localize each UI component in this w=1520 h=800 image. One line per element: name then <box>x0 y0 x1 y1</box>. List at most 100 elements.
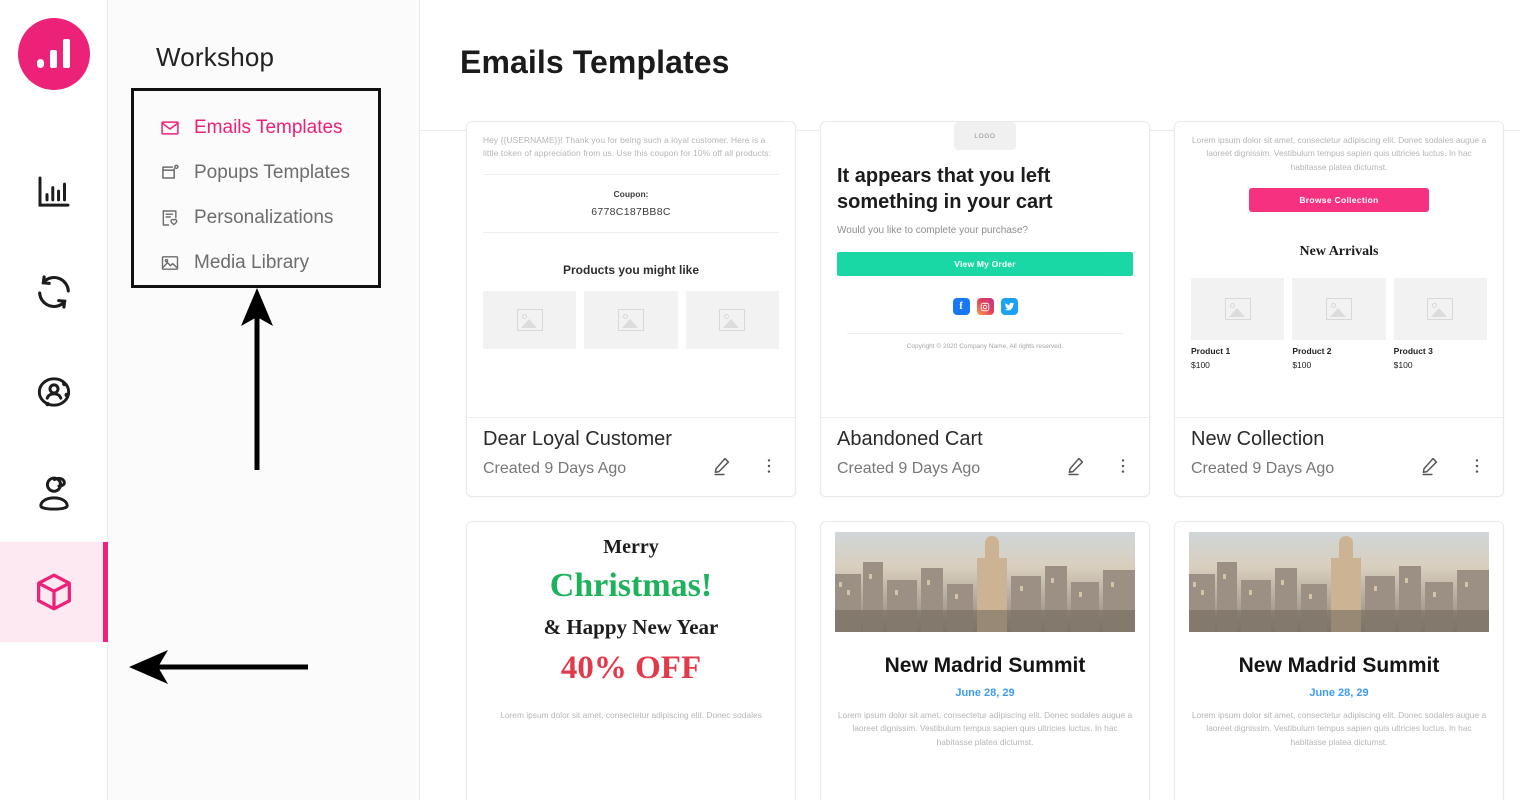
logo-placeholder: LOGO <box>954 122 1016 150</box>
envelope-icon <box>160 118 180 138</box>
image-placeholder-icon <box>516 309 543 332</box>
image-placeholder-icon <box>1427 298 1454 321</box>
twitter-icon[interactable] <box>1000 298 1018 316</box>
sidebar-item-emails-templates[interactable]: Emails Templates <box>160 105 378 150</box>
card-created-at: Created 9 Days Ago <box>1191 459 1335 477</box>
more-vertical-icon[interactable] <box>759 456 779 481</box>
template-card[interactable]: LOGO It appears that you left something … <box>820 121 1150 497</box>
sidebar-item-media-library[interactable]: Media Library <box>160 240 378 285</box>
preview-date: June 28, 29 <box>955 687 1015 699</box>
coupon-label: Coupon: <box>613 189 649 200</box>
browse-collection-button[interactable]: Browse Collection <box>1249 188 1429 213</box>
pencil-edit-icon[interactable] <box>711 455 733 482</box>
preview-line-1: Merry <box>603 536 659 558</box>
template-preview-cart: LOGO It appears that you left something … <box>821 122 1149 417</box>
template-card[interactable]: Hey {{USERNAME}}! Thank you for being su… <box>466 121 796 497</box>
preview-heading: New Madrid Summit <box>1238 654 1440 677</box>
thumb-placeholder <box>483 291 577 350</box>
sidebar-item-popups-templates[interactable]: Popups Templates <box>160 150 378 195</box>
image-placeholder-icon <box>617 309 644 332</box>
template-preview-collection: Lorem ipsum dolor sit amet, consectetur … <box>1175 122 1503 417</box>
image-placeholder-icon <box>719 309 746 332</box>
thumb-placeholder <box>584 291 678 350</box>
more-vertical-icon[interactable] <box>1467 456 1487 481</box>
preview-date: June 28, 29 <box>1309 687 1369 699</box>
sidebar-item-label: Media Library <box>194 251 310 273</box>
product-item: Product 2 $100 <box>1292 278 1386 371</box>
template-preview-summit: New Madrid Summit June 28, 29 Lorem ipsu… <box>821 522 1149 800</box>
preview-line-3: & Happy New Year <box>543 615 719 639</box>
template-card[interactable]: New Madrid Summit June 28, 29 Lorem ipsu… <box>1174 521 1504 800</box>
preview-lead-text: Lorem ipsum dolor sit amet, consectetur … <box>837 710 1133 747</box>
customer-persona-icon <box>32 470 76 514</box>
view-my-order-button[interactable]: View My Order <box>837 252 1133 277</box>
card-footer: New Collection Created 9 Days Ago <box>1175 417 1503 496</box>
preview-lead-text: Hey {{USERNAME}}! Thank you for being su… <box>483 135 771 159</box>
thumb-placeholder <box>1191 278 1285 341</box>
pencil-edit-icon[interactable] <box>1419 455 1441 482</box>
preview-heading: It appears that you left something in yo… <box>837 165 1053 213</box>
more-vertical-icon[interactable] <box>1113 456 1133 481</box>
audience-network-icon <box>32 370 76 414</box>
coupon-code: 6778C187BB8C <box>591 206 671 219</box>
preview-line-4: 40% OFF <box>560 650 702 686</box>
sidebar-nav-highlight-box: Emails Templates Popups Templates Person… <box>131 88 381 288</box>
product-item: Product 3 $100 <box>1393 278 1487 371</box>
template-card[interactable]: Merry Christmas! & Happy New Year 40% OF… <box>466 521 796 800</box>
card-created-at: Created 9 Days Ago <box>837 459 981 477</box>
sidebar-item-label: Popups Templates <box>194 161 350 183</box>
template-preview-summit: New Madrid Summit June 28, 29 Lorem ipsu… <box>1175 522 1503 800</box>
app-root: Workshop Emails Templates Popups Templat… <box>0 0 1520 800</box>
preview-heading: New Madrid Summit <box>884 654 1086 677</box>
popup-window-icon <box>160 163 180 183</box>
image-placeholder-icon <box>1224 298 1251 321</box>
rail-item-analytics[interactable] <box>0 142 108 242</box>
rail-item-workshop[interactable] <box>0 542 108 642</box>
sidebar-item-label: Emails Templates <box>194 116 343 138</box>
card-created-at: Created 9 Days Ago <box>483 459 627 477</box>
template-preview-christmas: Merry Christmas! & Happy New Year 40% OF… <box>467 522 795 800</box>
thumb-placeholder <box>1292 278 1386 341</box>
sidebar-item-personalizations[interactable]: Personalizations <box>160 195 378 240</box>
card-footer: Dear Loyal Customer Created 9 Days Ago <box>467 417 795 496</box>
thumb-placeholder <box>685 291 779 350</box>
card-title: New Collection <box>1191 428 1325 450</box>
facebook-icon[interactable]: f <box>952 298 970 316</box>
thumb-placeholder <box>1393 278 1487 341</box>
rail-item-sync[interactable] <box>0 242 108 342</box>
instagram-icon[interactable] <box>976 298 994 316</box>
hero-image-madrid <box>835 532 1135 632</box>
template-card[interactable]: Lorem ipsum dolor sit amet, consectetur … <box>1174 121 1504 497</box>
card-title: Abandoned Cart <box>837 428 983 450</box>
divider <box>483 174 779 176</box>
workshop-sidebar: Workshop Emails Templates Popups Templat… <box>108 0 420 800</box>
image-icon <box>160 253 180 273</box>
template-card[interactable]: New Madrid Summit June 28, 29 Lorem ipsu… <box>820 521 1150 800</box>
product-price: $100 <box>1191 360 1210 371</box>
product-name: Product 3 <box>1393 346 1433 357</box>
box-cube-icon <box>31 569 77 615</box>
preview-section-title: New Arrivals <box>1299 244 1379 260</box>
rail-item-customers[interactable] <box>0 442 108 542</box>
product-name: Product 1 <box>1191 346 1231 357</box>
image-placeholder-icon <box>1325 298 1352 321</box>
rail-item-audience[interactable] <box>0 342 108 442</box>
product-thumbs <box>483 291 779 350</box>
pencil-edit-icon[interactable] <box>1065 455 1087 482</box>
page-title: Emails Templates <box>460 44 730 80</box>
card-title: Dear Loyal Customer <box>483 428 672 450</box>
card-footer: Abandoned Cart Created 9 Days Ago <box>821 417 1149 496</box>
template-preview-coupon: Hey {{USERNAME}}! Thank you for being su… <box>467 122 795 417</box>
list-heart-icon <box>160 208 180 228</box>
product-list: Product 1 $100 Product 2 $100 Product 3 … <box>1191 278 1487 370</box>
divider <box>483 232 779 234</box>
product-price: $100 <box>1292 360 1312 371</box>
preview-section-title: Products you might like <box>562 263 700 278</box>
brand-logo-icon[interactable] <box>17 18 90 90</box>
product-price: $100 <box>1393 360 1413 371</box>
preview-question: Would you like to complete your purchase… <box>837 225 1029 237</box>
preview-lead-text: Lorem ipsum dolor sit amet, consectetur … <box>1191 135 1487 172</box>
main-content: Emails Templates Hey {{USERNAME}}! Thank… <box>420 0 1520 800</box>
preview-line-2: Christmas! <box>549 567 713 604</box>
sidebar-title: Workshop <box>156 42 275 72</box>
